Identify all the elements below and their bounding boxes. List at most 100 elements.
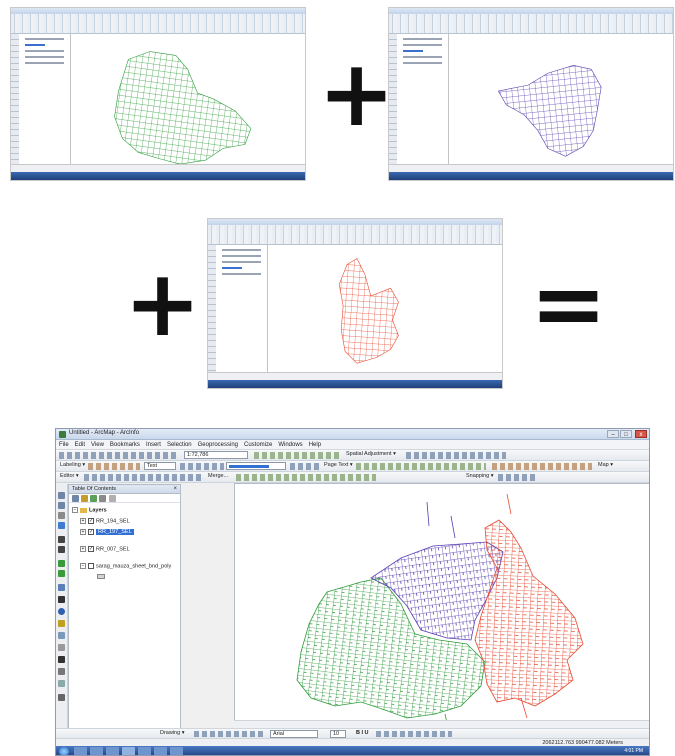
list-by-visibility-icon[interactable] bbox=[90, 495, 97, 502]
close-button[interactable]: x bbox=[635, 430, 647, 438]
windows-taskbar: 4:01 PM bbox=[56, 746, 649, 755]
options-icon[interactable] bbox=[109, 495, 116, 502]
topology-tool-icons[interactable] bbox=[236, 474, 376, 481]
time-slider-icon[interactable] bbox=[58, 680, 65, 687]
menu-insert[interactable]: Insert bbox=[143, 440, 164, 450]
viewer-icon[interactable] bbox=[58, 694, 65, 701]
snapping-menu[interactable]: Snapping ▾ bbox=[466, 473, 494, 479]
layer-checkbox[interactable]: ✓ bbox=[88, 518, 94, 524]
layer-checkbox[interactable]: ✓ bbox=[88, 546, 94, 552]
menu-help[interactable]: Help bbox=[306, 440, 324, 450]
layer-field[interactable] bbox=[226, 462, 286, 470]
hyperlink-icon[interactable] bbox=[58, 620, 65, 627]
page-text-menu[interactable]: Page Text ▾ bbox=[324, 462, 353, 468]
pan-icon[interactable] bbox=[58, 512, 65, 519]
menu-bookmarks[interactable]: Bookmarks bbox=[107, 440, 143, 450]
nav-tool-icons[interactable] bbox=[290, 463, 320, 470]
drawing-tool-icons[interactable] bbox=[194, 731, 266, 737]
arcmap-window: Untitled - ArcMap - ArcInfo – □ x File E… bbox=[55, 428, 650, 756]
map-scale-field[interactable]: 1:72,786 bbox=[184, 451, 248, 459]
collapse-icon[interactable]: − bbox=[80, 563, 86, 569]
menu-windows[interactable]: Windows bbox=[275, 440, 305, 450]
taskbar-app-arcmap[interactable] bbox=[122, 747, 135, 755]
labeling-menu[interactable]: Labeling ▾ bbox=[60, 462, 85, 468]
drawing-menu[interactable]: Drawing ▾ bbox=[160, 730, 184, 736]
taskbar-app-ie[interactable] bbox=[74, 747, 87, 755]
merged-network-map[interactable] bbox=[235, 484, 650, 747]
title-bar: Untitled - ArcMap - ArcInfo – □ x bbox=[56, 429, 649, 440]
taskbar-app-explorer[interactable] bbox=[90, 747, 103, 755]
menu-view[interactable]: View bbox=[88, 440, 107, 450]
screenshot-green-layer bbox=[10, 7, 306, 181]
taskbar-app-media[interactable] bbox=[106, 747, 119, 755]
font-name-field[interactable]: Arial bbox=[270, 730, 318, 738]
identify-icon[interactable] bbox=[58, 608, 65, 615]
menu-geoprocessing[interactable]: Geoprocessing bbox=[195, 440, 241, 450]
expand-icon[interactable]: + bbox=[80, 518, 86, 524]
taskbar-app-paint[interactable] bbox=[170, 747, 183, 755]
layer-checkbox[interactable]: ✓ bbox=[88, 529, 94, 535]
fixed-zoom-out-icon[interactable] bbox=[58, 546, 65, 553]
plus-operator-2: + bbox=[124, 250, 202, 357]
select-elements-icon[interactable] bbox=[58, 596, 65, 603]
text-field[interactable]: Text bbox=[144, 462, 176, 470]
menu-file[interactable]: File bbox=[56, 440, 72, 450]
zoom-out-icon[interactable] bbox=[58, 502, 65, 509]
editor-tool-icons[interactable] bbox=[84, 474, 204, 481]
taskbar-app-arccatalog[interactable] bbox=[138, 747, 151, 755]
collapse-icon[interactable]: − bbox=[72, 507, 78, 513]
taskbar-app-word[interactable] bbox=[154, 747, 167, 755]
menu-edit[interactable]: Edit bbox=[72, 440, 88, 450]
plus-operator-1: + bbox=[318, 40, 396, 147]
toc-layer-rr007[interactable]: + ✓ RR_007_SEL bbox=[80, 546, 130, 553]
adjustment-tool-icons[interactable] bbox=[406, 452, 506, 459]
toc-close-icon[interactable]: × bbox=[173, 485, 177, 494]
map-menu[interactable]: Map ▾ bbox=[598, 462, 613, 468]
go-to-xy-icon[interactable] bbox=[58, 668, 65, 675]
start-button[interactable] bbox=[59, 747, 69, 755]
map-view[interactable] bbox=[234, 483, 650, 747]
expand-icon[interactable]: + bbox=[80, 546, 86, 552]
tools-toolbar bbox=[56, 484, 68, 733]
labeling-tool-icons[interactable] bbox=[88, 463, 140, 470]
page-tool-icons[interactable] bbox=[356, 463, 486, 470]
merge-button[interactable]: Merge... bbox=[208, 473, 228, 479]
expand-icon[interactable]: + bbox=[80, 529, 86, 535]
list-by-source-icon[interactable] bbox=[81, 495, 88, 502]
color-tool-icons[interactable] bbox=[376, 731, 452, 737]
layer-name-selected: RR_197_SEL bbox=[96, 529, 134, 536]
minimize-button[interactable]: – bbox=[607, 430, 619, 438]
menu-selection[interactable]: Selection bbox=[164, 440, 195, 450]
measure-icon[interactable] bbox=[58, 644, 65, 651]
toc-title-label: Table Of Contents bbox=[72, 486, 117, 492]
layer-name: RR_194_SEL bbox=[96, 518, 130, 525]
layer-checkbox[interactable] bbox=[88, 563, 94, 569]
orange-network-region bbox=[474, 519, 584, 707]
find-icon[interactable] bbox=[58, 656, 65, 663]
list-by-selection-icon[interactable] bbox=[99, 495, 106, 502]
toc-layer-rr197[interactable]: + ✓ RR_197_SEL bbox=[80, 529, 134, 536]
list-by-drawing-order-icon[interactable] bbox=[72, 495, 79, 502]
extra-tool-icons[interactable] bbox=[492, 463, 592, 470]
forward-extent-icon[interactable] bbox=[58, 570, 65, 577]
editor-menu[interactable]: Editor ▾ bbox=[60, 473, 79, 479]
menu-customize[interactable]: Customize bbox=[241, 440, 275, 450]
window-tool-icons[interactable] bbox=[254, 452, 340, 459]
fixed-zoom-icon[interactable] bbox=[58, 536, 65, 543]
font-size-field[interactable]: 10 bbox=[330, 730, 346, 738]
snapping-tool-icons[interactable] bbox=[498, 474, 538, 481]
layers-group[interactable]: − Layers bbox=[72, 507, 107, 514]
back-extent-icon[interactable] bbox=[58, 560, 65, 567]
spatial-adjustment-menu[interactable]: Spatial Adjustment ▾ bbox=[346, 451, 396, 457]
toc-layer-boundary[interactable]: − sarag_mauza_sheet_bnd_poly bbox=[80, 563, 171, 570]
layout-tool-icons[interactable] bbox=[180, 463, 224, 470]
screenshot-orange-layer bbox=[207, 218, 503, 389]
toc-layer-rr194[interactable]: + ✓ RR_194_SEL bbox=[80, 518, 130, 525]
maximize-button[interactable]: □ bbox=[620, 430, 632, 438]
select-features-icon[interactable] bbox=[58, 584, 65, 591]
zoom-in-icon[interactable] bbox=[58, 492, 65, 499]
html-popup-icon[interactable] bbox=[58, 632, 65, 639]
full-extent-icon[interactable] bbox=[58, 522, 65, 529]
text-style-buttons[interactable]: B I U bbox=[356, 730, 369, 736]
standard-tool-icons[interactable] bbox=[59, 452, 179, 459]
